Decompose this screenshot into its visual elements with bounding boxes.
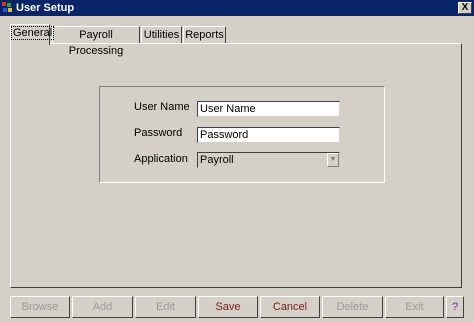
chevron-down-icon[interactable]: ▼ — [327, 153, 339, 167]
tab-reports[interactable]: Reports — [183, 26, 226, 44]
user-details-group: User Name User Name Password Password Ap… — [99, 86, 385, 183]
tab-label: Reports — [185, 29, 224, 41]
tab-utilities[interactable]: Utilities — [141, 26, 182, 44]
password-label: Password — [134, 127, 183, 139]
tab-payroll-processing[interactable]: Payroll Processing — [52, 26, 140, 57]
action-button-bar: Browse Add Edit Save Cancel Delete Exit … — [0, 296, 474, 322]
edit-button[interactable]: Edit — [135, 296, 196, 318]
close-button[interactable]: X — [458, 2, 472, 14]
user-name-input[interactable]: User Name — [197, 101, 340, 117]
tab-panel-general: User Name User Name Password Password Ap… — [10, 43, 462, 288]
app-icon — [2, 2, 13, 13]
tab-label: Utilities — [143, 29, 180, 41]
application-value: Payroll — [200, 154, 234, 166]
user-name-label: User Name — [134, 101, 190, 113]
window-title: User Setup — [16, 2, 75, 14]
add-button[interactable]: Add — [72, 296, 133, 318]
password-input[interactable]: Password — [197, 127, 340, 143]
application-label: Application — [134, 153, 188, 165]
cancel-button[interactable]: Cancel — [260, 296, 320, 318]
delete-button[interactable]: Delete — [322, 296, 383, 318]
exit-button[interactable]: Exit — [385, 296, 444, 318]
help-button[interactable]: ? — [446, 296, 464, 318]
title-bar: User Setup X — [0, 0, 474, 16]
save-button[interactable]: Save — [198, 296, 258, 318]
tab-label: General — [11, 26, 55, 40]
browse-button[interactable]: Browse — [10, 296, 70, 318]
application-select[interactable]: Payroll ▼ — [197, 152, 340, 168]
tab-general[interactable]: General — [10, 24, 55, 45]
